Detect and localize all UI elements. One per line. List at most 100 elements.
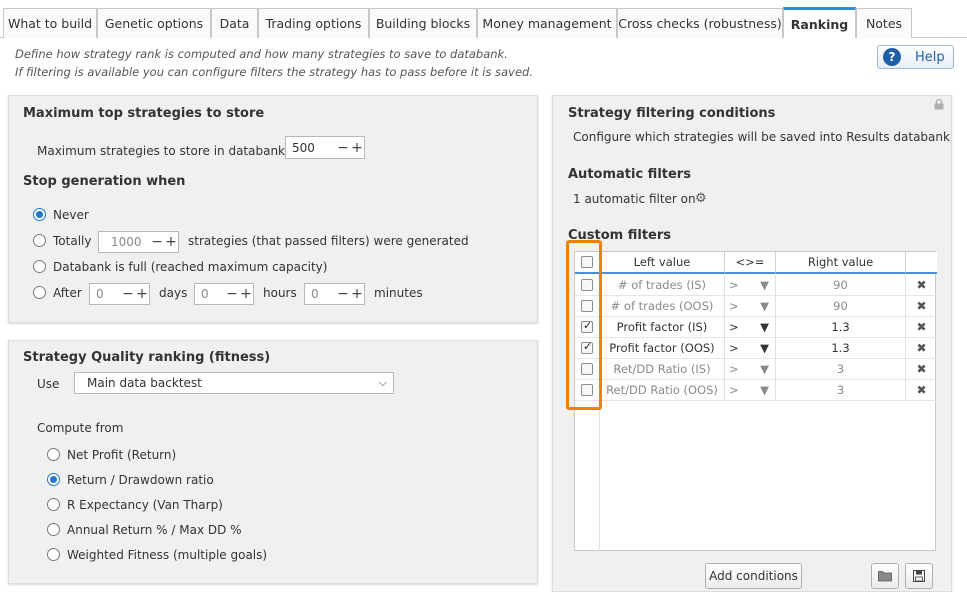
radio-weighted-fitness[interactable] [47, 548, 60, 561]
radio-r-expectancy[interactable] [47, 498, 60, 511]
column-header-op: <>= [725, 252, 776, 274]
row-right-value[interactable]: 90 [776, 275, 906, 296]
tab-data[interactable]: Data [211, 8, 258, 38]
chevron-down-icon: ⌵ [378, 376, 387, 389]
max-top-title: Maximum top strategies to store [23, 106, 265, 121]
minutes-stepper[interactable]: 0 − + [304, 283, 365, 305]
auto-filters-title: Automatic filters [568, 167, 691, 182]
hours-value: 0 [201, 287, 209, 301]
dropdown-arrow-icon: ▼ [760, 383, 769, 397]
decrement-icon[interactable]: − [336, 287, 350, 301]
row-right-value[interactable]: 3 [776, 359, 906, 380]
save-button[interactable] [905, 563, 933, 589]
minutes-value: 0 [311, 287, 319, 301]
tab-what-to-build[interactable]: What to build [3, 8, 97, 38]
checkbox-column-highlight [566, 240, 602, 410]
tab-cross-checks[interactable]: Cross checks (robustness) [617, 8, 783, 38]
custom-filters-table: Left value <>= Right value # of trades (… [574, 251, 937, 551]
max-strategies-label: Maximum strategies to store in databank [37, 144, 286, 158]
radio-totally-label: Totally [53, 234, 92, 248]
column-header-right: Right value [776, 252, 906, 274]
row-right-value[interactable]: 3 [776, 380, 906, 401]
dropdown-arrow-icon: ▼ [760, 278, 769, 292]
tab-genetic-options[interactable]: Genetic options [97, 8, 211, 38]
totally-stepper[interactable]: 1000 − + [98, 231, 179, 253]
decrement-icon[interactable]: − [121, 287, 135, 301]
increment-icon[interactable]: + [350, 141, 364, 155]
description-line-2: If filtering is available you can config… [15, 65, 533, 79]
compute-from-label: Compute from [37, 421, 124, 435]
radio-after[interactable] [33, 286, 46, 299]
tab-bar: What to build Genetic options Data Tradi… [0, 0, 967, 38]
row-operator-select[interactable]: > ▼ [725, 296, 776, 317]
radio-annual-return[interactable] [47, 523, 60, 536]
column-divider [599, 401, 600, 551]
decrement-icon[interactable]: − [336, 141, 350, 155]
radio-annual-return-label: Annual Return % / Max DD % [67, 523, 242, 537]
decrement-icon[interactable]: − [225, 287, 239, 301]
row-left-value[interactable]: # of trades (OOS) [600, 296, 725, 317]
radio-r-expectancy-label: R Expectancy (Van Tharp) [67, 498, 223, 512]
column-header-actions [906, 252, 937, 274]
open-folder-button[interactable] [871, 563, 899, 589]
radio-return-drawdown[interactable] [47, 473, 60, 486]
row-left-value[interactable]: Ret/DD Ratio (OOS) [600, 380, 725, 401]
radio-databank-full-label: Databank is full (reached maximum capaci… [53, 260, 328, 274]
hours-stepper[interactable]: 0 − + [194, 283, 254, 305]
row-operator-select[interactable]: > ▼ [725, 359, 776, 380]
delete-row-icon[interactable]: ✖ [906, 275, 937, 296]
max-strategies-stepper[interactable]: 500 − + [285, 136, 365, 159]
hours-label: hours [263, 286, 297, 300]
days-label: days [159, 286, 188, 300]
totally-value: 1000 [111, 235, 142, 249]
row-right-value[interactable]: 1.3 [776, 317, 906, 338]
delete-row-icon[interactable]: ✖ [906, 296, 937, 317]
dropdown-arrow-icon: ▼ [760, 299, 769, 313]
increment-icon[interactable]: + [164, 235, 178, 249]
row-right-value[interactable]: 90 [776, 296, 906, 317]
radio-return-drawdown-label: Return / Drawdown ratio [67, 473, 214, 487]
auto-filters-status: 1 automatic filter on [573, 192, 696, 206]
days-stepper[interactable]: 0 − + [89, 283, 150, 305]
delete-row-icon[interactable]: ✖ [906, 338, 937, 359]
use-select[interactable]: Main data backtest ⌵ [74, 372, 394, 394]
dropdown-arrow-icon: ▼ [760, 341, 769, 355]
question-circle-icon: ? [883, 48, 901, 66]
row-left-value[interactable]: Profit factor (OOS) [600, 338, 725, 359]
tab-trading-options[interactable]: Trading options [258, 8, 369, 38]
quality-title: Strategy Quality ranking (fitness) [23, 350, 271, 365]
radio-totally[interactable] [33, 234, 46, 247]
radio-databank-full[interactable] [33, 260, 46, 273]
increment-icon[interactable]: + [239, 287, 253, 301]
delete-row-icon[interactable]: ✖ [906, 359, 937, 380]
row-operator-select[interactable]: > ▼ [725, 380, 776, 401]
increment-icon[interactable]: + [350, 287, 364, 301]
add-conditions-button[interactable]: Add conditions [705, 563, 802, 589]
row-left-value[interactable]: Profit factor (IS) [600, 317, 725, 338]
use-select-value: Main data backtest [87, 376, 202, 390]
help-button[interactable]: ? Help [877, 45, 954, 69]
row-operator-select[interactable]: > ▼ [725, 275, 776, 296]
description-line-1: Define how strategy rank is computed and… [15, 47, 508, 61]
radio-never-label: Never [53, 208, 89, 222]
help-button-label: Help [915, 49, 945, 65]
delete-row-icon[interactable]: ✖ [906, 380, 937, 401]
tab-money-management[interactable]: Money management [477, 8, 617, 38]
tab-building-blocks[interactable]: Building blocks [369, 8, 477, 38]
gear-icon[interactable]: ⚙ [695, 191, 707, 206]
stop-generation-title: Stop generation when [23, 174, 186, 189]
row-operator-select[interactable]: > ▼ [725, 338, 776, 359]
row-operator-select[interactable]: > ▼ [725, 317, 776, 338]
tab-ranking[interactable]: Ranking [783, 7, 856, 38]
radio-never[interactable] [33, 208, 46, 221]
row-left-value[interactable]: # of trades (IS) [600, 275, 725, 296]
radio-net-profit[interactable] [47, 448, 60, 461]
row-right-value[interactable]: 1.3 [776, 338, 906, 359]
days-value: 0 [96, 287, 104, 301]
tab-notes[interactable]: Notes [856, 8, 912, 38]
decrement-icon[interactable]: − [150, 235, 164, 249]
lock-icon [934, 98, 944, 110]
delete-row-icon[interactable]: ✖ [906, 317, 937, 338]
increment-icon[interactable]: + [135, 287, 149, 301]
row-left-value[interactable]: Ret/DD Ratio (IS) [600, 359, 725, 380]
